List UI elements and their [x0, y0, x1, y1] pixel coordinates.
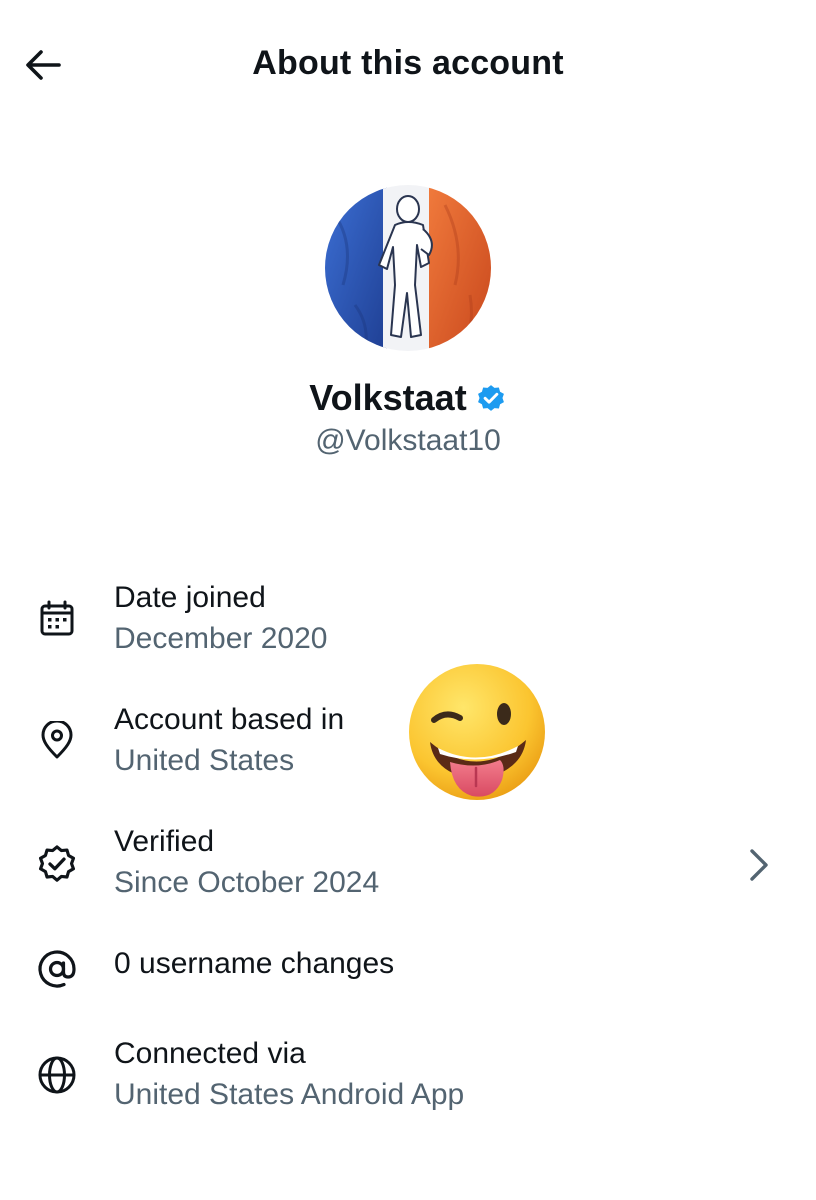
avatar[interactable]: [325, 185, 491, 351]
info-row-verified[interactable]: Verified Since October 2024: [0, 822, 816, 922]
connected-via-value: United States Android App: [114, 1078, 465, 1111]
page-title: About this account: [252, 44, 564, 82]
calendar-icon: [34, 596, 80, 642]
flag-figure-avatar-image: [325, 185, 491, 351]
date-joined-value: December 2020: [114, 622, 328, 655]
info-row-username-changes: 0 username changes: [0, 944, 816, 1004]
location-pin-icon: [34, 718, 80, 764]
account-based-in-label: Account based in: [114, 703, 345, 736]
username-changes-label: 0 username changes: [114, 947, 395, 980]
account-based-in-value: United States: [114, 744, 295, 777]
info-row-connected-via: Connected via United States Android App: [0, 1034, 816, 1134]
display-name: Volkstaat: [309, 377, 467, 418]
handle: @Volkstaat10: [315, 424, 501, 457]
chevron-right-icon: [742, 842, 776, 888]
verified-value: Since October 2024: [114, 866, 380, 899]
display-name-row: Volkstaat: [0, 377, 816, 419]
connected-via-label: Connected via: [114, 1037, 306, 1070]
winking-tongue-emoji: [404, 662, 550, 808]
verified-badge-icon: [34, 840, 80, 886]
verified-label: Verified: [114, 825, 215, 858]
globe-icon: [34, 1052, 80, 1098]
verified-checkmark-icon: [477, 385, 504, 411]
top-bar: About this account: [0, 0, 816, 130]
date-joined-label: Date joined: [114, 581, 266, 614]
at-sign-icon: [34, 946, 80, 992]
